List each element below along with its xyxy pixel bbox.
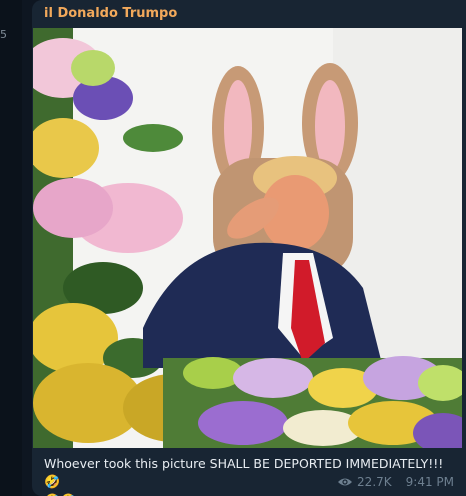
message-time: 9:41 PM: [405, 475, 454, 489]
view-count: 22.7K: [357, 475, 392, 489]
unread-count-fragment: 5: [0, 28, 7, 41]
chat-view: 5 il Donaldo Trumpo Whoever took this pi…: [0, 0, 466, 496]
rofl-emoji: 🤣: [44, 475, 61, 490]
message-photo[interactable]: [33, 28, 462, 448]
sender-name[interactable]: il Donaldo Trumpo: [44, 6, 177, 21]
eye-icon: [338, 478, 353, 486]
message-meta: 22.7K 9:41 PM: [337, 475, 454, 489]
caption-text: Whoever took this picture SHALL BE DEPOR…: [44, 456, 444, 471]
photo-image: [33, 28, 462, 448]
chat-list-edge[interactable]: 5: [0, 0, 22, 496]
